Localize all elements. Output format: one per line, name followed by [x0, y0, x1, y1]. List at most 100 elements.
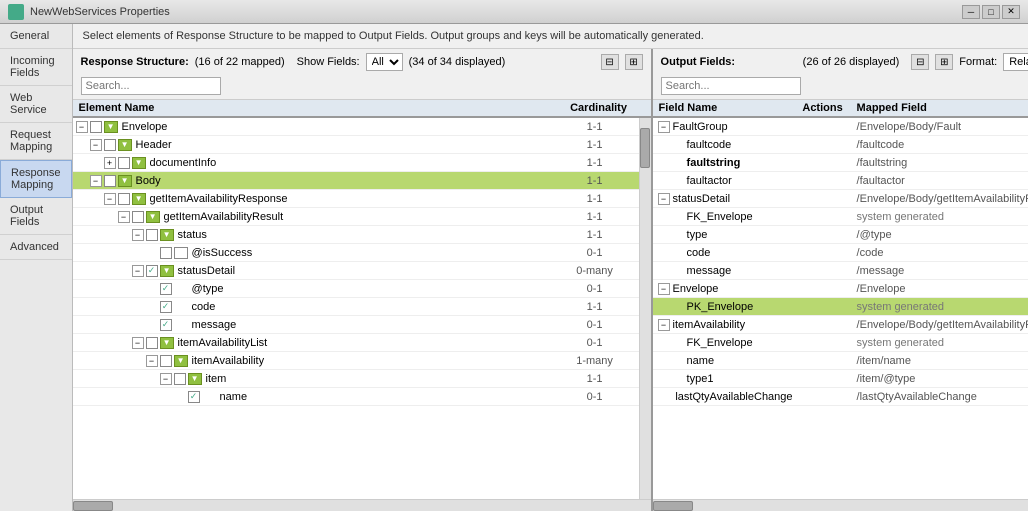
left-tree-row[interactable]: −▼itemAvailability1-many [73, 352, 639, 370]
right-row-label: itemAvailability [673, 319, 746, 331]
type-icon: ▼ [146, 211, 160, 223]
right-tree-row[interactable]: FK_Envelopesystem generated [653, 334, 1028, 352]
right-tree-row[interactable]: type/@type [653, 226, 1028, 244]
left-tree-row[interactable]: −▼getItemAvailabilityResponse1-1 [73, 190, 639, 208]
restore-button[interactable]: □ [982, 5, 1000, 19]
expand-icon[interactable]: − [90, 139, 102, 151]
expand-icon[interactable]: − [104, 193, 116, 205]
expand-icon[interactable]: − [658, 193, 670, 205]
left-tree-row[interactable]: −▼Body1-1 [73, 172, 639, 190]
left-tree-row[interactable]: name0-1 [73, 388, 639, 406]
type-icon: ▼ [188, 373, 202, 385]
right-tree-row[interactable]: −Envelope/Envelope [653, 280, 1028, 298]
right-tree-row[interactable]: message/message [653, 262, 1028, 280]
tree-checkbox[interactable] [160, 247, 172, 259]
right-tree-row[interactable]: faultstring/faultstring [653, 154, 1028, 172]
expand-icon[interactable]: − [160, 373, 172, 385]
cardinality-cell: 1-1 [559, 175, 639, 187]
sidebar-item-web-service[interactable]: Web Service [0, 86, 72, 123]
type-icon: ▼ [132, 157, 146, 169]
left-search-input[interactable] [81, 77, 221, 95]
left-tree-row[interactable]: −▼itemAvailabilityList0-1 [73, 334, 639, 352]
tree-checkbox[interactable] [104, 175, 116, 187]
expand-icon[interactable]: − [118, 211, 130, 223]
expand-icon[interactable]: − [132, 229, 144, 241]
left-tree-row[interactable]: code1-1 [73, 298, 639, 316]
sidebar-item-output-fields[interactable]: Output Fields [0, 198, 72, 235]
right-hscrollbar[interactable] [653, 499, 1028, 511]
right-tree-row[interactable]: PK_Envelopesystem generated [653, 298, 1028, 316]
left-tree-row[interactable]: −▼getItemAvailabilityResult1-1 [73, 208, 639, 226]
left-tree-row[interactable]: @isSuccess0-1 [73, 244, 639, 262]
left-scrollbar[interactable] [639, 118, 651, 499]
right-tree-row[interactable]: name/item/name [653, 352, 1028, 370]
type-icon: ▼ [132, 193, 146, 205]
left-tree-row[interactable]: −▼Envelope1-1 [73, 118, 639, 136]
tree-checkbox[interactable] [132, 211, 144, 223]
sidebar-item-request-mapping[interactable]: Request Mapping [0, 123, 72, 160]
right-tree-row[interactable]: lastQtyAvailableChange/lastQtyAvailableC… [653, 388, 1028, 406]
mapped-field-cell: system generated [853, 301, 1028, 313]
expand-icon[interactable]: − [146, 355, 158, 367]
right-tree-row[interactable]: FK_Envelopesystem generated [653, 208, 1028, 226]
paste-icon[interactable]: ⊞ [625, 54, 643, 70]
expand-icon[interactable]: + [104, 157, 116, 169]
cardinality-cell: 0-many [559, 265, 639, 277]
tree-checkbox[interactable] [160, 283, 172, 295]
tree-checkbox[interactable] [118, 157, 130, 169]
right-tree-row[interactable]: code/code [653, 244, 1028, 262]
tree-checkbox[interactable] [146, 265, 158, 277]
show-fields-select[interactable]: All [366, 53, 403, 71]
right-tree-row[interactable]: −FaultGroup/Envelope/Body/Fault [653, 118, 1028, 136]
right-tree-row[interactable]: type1/item/@type [653, 370, 1028, 388]
right-tree-row[interactable]: −itemAvailability/Envelope/Body/getItemA… [653, 316, 1028, 334]
left-tree-row[interactable]: −▼item1-1 [73, 370, 639, 388]
expand-icon[interactable]: − [76, 121, 88, 133]
tree-checkbox[interactable] [174, 373, 186, 385]
tree-checkbox[interactable] [160, 355, 172, 367]
expand-icon[interactable]: − [658, 121, 670, 133]
tree-checkbox[interactable] [160, 319, 172, 331]
expand-icon[interactable]: − [90, 175, 102, 187]
expand-icon[interactable]: − [658, 319, 670, 331]
expand-icon[interactable]: − [658, 283, 670, 295]
tree-checkbox[interactable] [146, 229, 158, 241]
sidebar-item-general[interactable]: General [0, 24, 72, 49]
left-tree-row[interactable]: message0-1 [73, 316, 639, 334]
left-tree-row[interactable]: −▼statusDetail0-many [73, 262, 639, 280]
right-tree-row[interactable]: faultactor/faultactor [653, 172, 1028, 190]
close-button[interactable]: ✕ [1002, 5, 1020, 19]
left-tree-row[interactable]: −▼status1-1 [73, 226, 639, 244]
tree-row-label: @isSuccess [192, 247, 253, 259]
left-scrollbar-thumb[interactable] [640, 128, 650, 168]
tree-checkbox[interactable] [118, 193, 130, 205]
left-tree-area[interactable]: −▼Envelope1-1−▼Header1-1+▼documentInfo1-… [73, 118, 639, 499]
tree-checkbox[interactable] [146, 337, 158, 349]
tree-checkbox[interactable] [90, 121, 102, 133]
sidebar-item-incoming-fields[interactable]: Incoming Fields [0, 49, 72, 86]
sidebar-item-response-mapping[interactable]: Response Mapping [0, 160, 72, 198]
left-hscrollbar[interactable] [73, 499, 651, 511]
right-tree-row[interactable]: −statusDetail/Envelope/Body/getItemAvail… [653, 190, 1028, 208]
cardinality-cell: 1-1 [559, 373, 639, 385]
right-hscrollbar-thumb[interactable] [653, 501, 693, 511]
tree-checkbox[interactable] [104, 139, 116, 151]
expand-icon[interactable]: − [132, 265, 144, 277]
tree-checkbox[interactable] [160, 301, 172, 313]
left-tree-row[interactable]: @type0-1 [73, 280, 639, 298]
right-search-input[interactable] [661, 77, 801, 95]
left-tree-row[interactable]: +▼documentInfo1-1 [73, 154, 639, 172]
sidebar-item-advanced[interactable]: Advanced [0, 235, 72, 260]
tree-checkbox[interactable] [188, 391, 200, 403]
right-tree-row[interactable]: faultcode/faultcode [653, 136, 1028, 154]
right-tree-area[interactable]: −FaultGroup/Envelope/Body/Faultfaultcode… [653, 118, 1028, 499]
left-tree-row[interactable]: −▼Header1-1 [73, 136, 639, 154]
right-copy-icon[interactable]: ⊟ [911, 54, 929, 70]
right-paste-icon[interactable]: ⊞ [935, 54, 953, 70]
expand-icon[interactable]: − [132, 337, 144, 349]
format-select[interactable]: Relational [1003, 53, 1028, 71]
minimize-button[interactable]: ─ [962, 5, 980, 19]
copy-icon[interactable]: ⊟ [601, 54, 619, 70]
cardinality-cell: 0-1 [559, 319, 639, 331]
left-hscrollbar-thumb[interactable] [73, 501, 113, 511]
